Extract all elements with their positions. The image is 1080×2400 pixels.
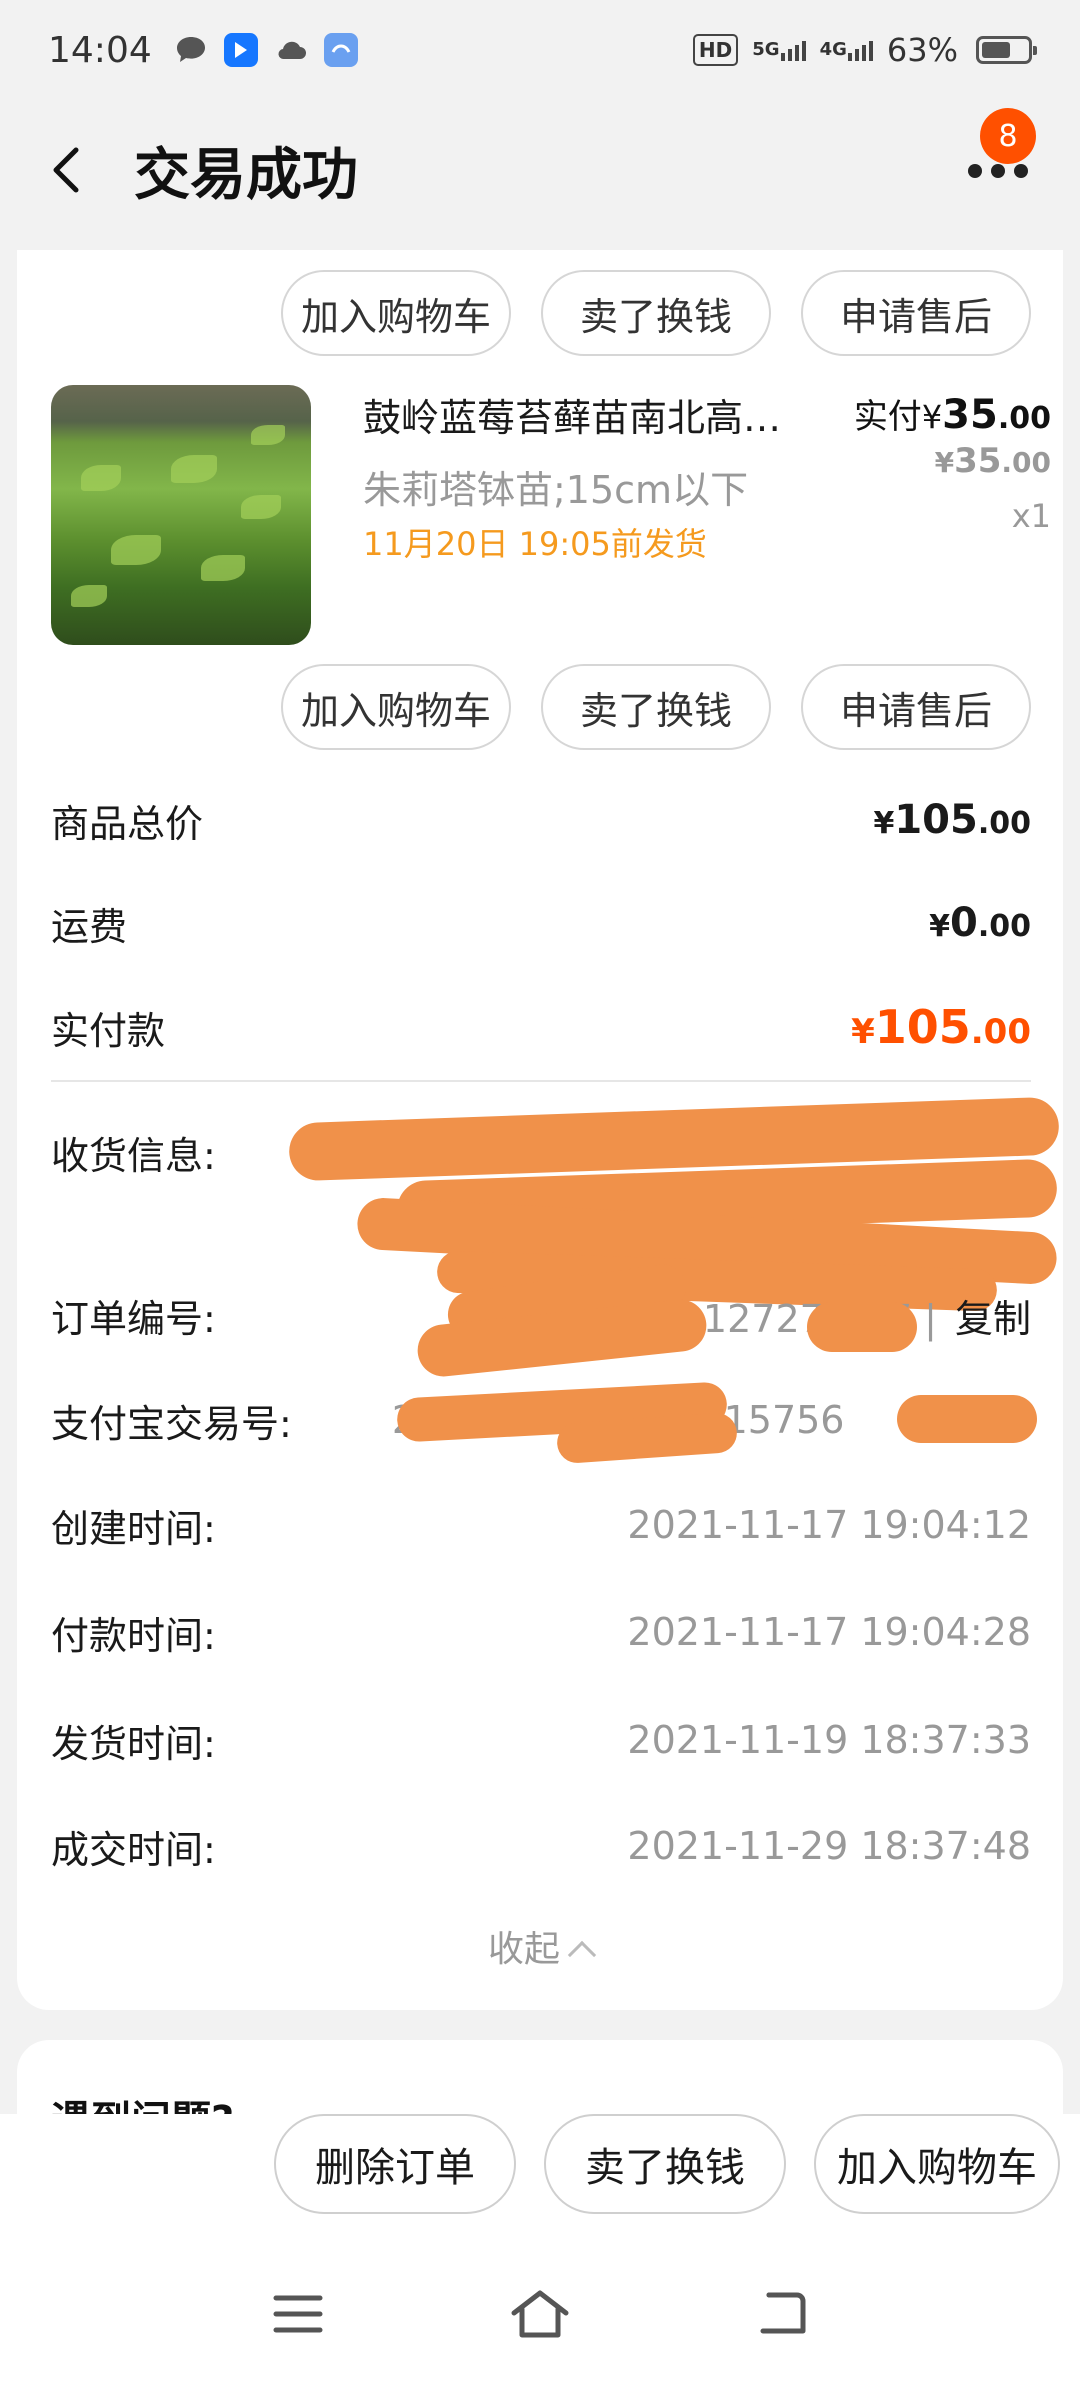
paid-time-value: 2021-11-17 19:04:28	[627, 1610, 1031, 1654]
add-to-cart-button[interactable]: 加入购物车	[281, 270, 511, 356]
copy-separator: |	[924, 1296, 937, 1341]
bottom-action-bar: 删除订单 卖了换钱 加入购物车	[0, 2114, 1080, 2234]
notification-badge: 8	[980, 108, 1036, 164]
product-original-price: ¥35.00	[935, 441, 1051, 481]
chevron-up-icon	[567, 1940, 597, 1970]
currency-symbol: ¥	[929, 909, 950, 944]
redaction-mark	[807, 1302, 917, 1352]
home-icon[interactable]	[500, 2274, 580, 2354]
copy-button[interactable]: 复制	[955, 1297, 1031, 1341]
currency-symbol: ¥	[873, 806, 895, 841]
price-integer: 35	[954, 441, 1002, 481]
system-nav-bar	[0, 2234, 1080, 2400]
goods-total-row: 商品总价 ¥105.00	[51, 790, 1031, 850]
price-integer: 35	[942, 392, 998, 438]
resell-button[interactable]: 卖了换钱	[541, 664, 771, 750]
delete-order-button[interactable]: 删除订单	[274, 2114, 516, 2214]
more-button[interactable]: 8	[950, 108, 1040, 210]
resell-button[interactable]: 卖了换钱	[544, 2114, 786, 2214]
closed-time-value: 2021-11-29 18:37:48	[627, 1824, 1031, 1868]
shipped-time-row: 发货时间: 2021-11-19 18:37:33	[51, 1710, 1031, 1770]
order-card: 加入购物车 卖了换钱 申请售后 鼓岭蓝莓苔藓苗南北高… 朱莉塔钵苗;15cm以下…	[17, 250, 1063, 2010]
receiver-label: 收货信息:	[51, 1133, 216, 1178]
currency-symbol: ¥	[934, 446, 955, 479]
shipping-label: 运费	[51, 904, 128, 949]
after-sales-button[interactable]: 申请售后	[801, 664, 1031, 750]
product-item[interactable]: 鼓岭蓝莓苔藓苗南北高… 朱莉塔钵苗;15cm以下 11月20日 19:05前发货…	[51, 385, 1051, 647]
product-paid-price: 实付¥35.00	[854, 389, 1051, 438]
network-label: 5G	[752, 39, 780, 60]
price-decimal: .00	[1001, 446, 1051, 479]
return-icon[interactable]	[742, 2274, 822, 2354]
chevron-left-icon[interactable]	[46, 146, 86, 194]
currency-symbol: ¥	[851, 1012, 875, 1052]
redaction-mark	[897, 1395, 1037, 1443]
status-bar: 14:04 HD 5G 4G 63%	[0, 0, 1080, 100]
header: 交易成功 8	[0, 100, 1080, 240]
more-dots-icon	[968, 164, 1028, 178]
created-time-value: 2021-11-17 19:04:12	[627, 1503, 1031, 1547]
goods-total-value: ¥105.00	[873, 797, 1031, 843]
goods-total-label: 商品总价	[51, 801, 204, 846]
price-integer: 105	[894, 797, 978, 843]
price-decimal: .00	[970, 1012, 1031, 1052]
after-sales-button[interactable]: 申请售后	[801, 270, 1031, 356]
paid-label: 实付	[853, 397, 922, 437]
created-time-label: 创建时间:	[51, 1506, 216, 1551]
message-icon	[174, 33, 208, 67]
shipping-row: 运费 ¥0.00	[51, 893, 1031, 953]
add-to-cart-button[interactable]: 加入购物车	[281, 664, 511, 750]
app-notification-icon	[323, 33, 358, 67]
product-quantity: x1	[1011, 497, 1051, 535]
app-notification-icon	[223, 33, 258, 67]
paid-time-label: 付款时间:	[51, 1613, 216, 1658]
item-actions-bottom: 加入购物车 卖了换钱 申请售后	[281, 664, 1031, 750]
actual-paid-label: 实付款	[51, 1008, 166, 1053]
bottom-actions: 删除订单 卖了换钱 加入购物车	[274, 2114, 1060, 2214]
closed-time-row: 成交时间: 2021-11-29 18:37:48	[51, 1816, 1031, 1876]
collapse-button[interactable]: 收起	[17, 1920, 1063, 1972]
shipped-time-label: 发货时间:	[51, 1721, 216, 1766]
add-to-cart-button[interactable]: 加入购物车	[814, 2114, 1060, 2214]
notification-icons	[174, 33, 358, 67]
product-spec: 朱莉塔钵苗;15cm以下	[363, 468, 749, 512]
battery-icon	[976, 36, 1037, 64]
actual-paid-value: ¥105.00	[851, 1000, 1031, 1054]
ship-deadline: 11月20日 19:05前发货	[363, 525, 707, 563]
status-time: 14:04	[48, 29, 152, 71]
page-title: 交易成功	[134, 143, 358, 208]
collapse-label: 收起	[487, 1929, 560, 1970]
item-actions-top: 加入购物车 卖了换钱 申请售后	[281, 270, 1031, 356]
product-title[interactable]: 鼓岭蓝莓苔藓苗南北高…	[363, 387, 823, 442]
divider	[51, 1080, 1031, 1082]
battery-percent: 63%	[886, 31, 958, 69]
closed-time-label: 成交时间:	[51, 1827, 216, 1872]
price-decimal: .00	[977, 806, 1031, 841]
shipped-time-value: 2021-11-19 18:37:33	[627, 1718, 1031, 1762]
actual-paid-row: 实付款 ¥105.00	[51, 997, 1031, 1057]
menu-icon[interactable]	[258, 2274, 338, 2354]
shipping-value: ¥0.00	[929, 900, 1031, 946]
currency-symbol: ¥	[921, 398, 943, 436]
hd-icon: HD	[692, 34, 739, 66]
price-integer: 0	[950, 900, 978, 946]
created-time-row: 创建时间: 2021-11-17 19:04:12	[51, 1495, 1031, 1555]
price-decimal: .00	[977, 909, 1031, 944]
price-integer: 105	[874, 1000, 971, 1054]
cloud-icon	[274, 33, 308, 67]
price-decimal: .00	[997, 401, 1051, 436]
paid-time-row: 付款时间: 2021-11-17 19:04:28	[51, 1602, 1031, 1662]
network-label: 4G	[819, 39, 847, 60]
signal-4g-icon: 4G	[819, 39, 873, 61]
order-number-label: 订单编号:	[51, 1296, 216, 1341]
signal-5g-icon: 5G	[752, 39, 806, 61]
status-right: HD 5G 4G 63%	[692, 31, 1037, 69]
product-image[interactable]	[51, 385, 311, 645]
resell-button[interactable]: 卖了换钱	[541, 270, 771, 356]
alipay-trade-label: 支付宝交易号:	[51, 1401, 292, 1446]
